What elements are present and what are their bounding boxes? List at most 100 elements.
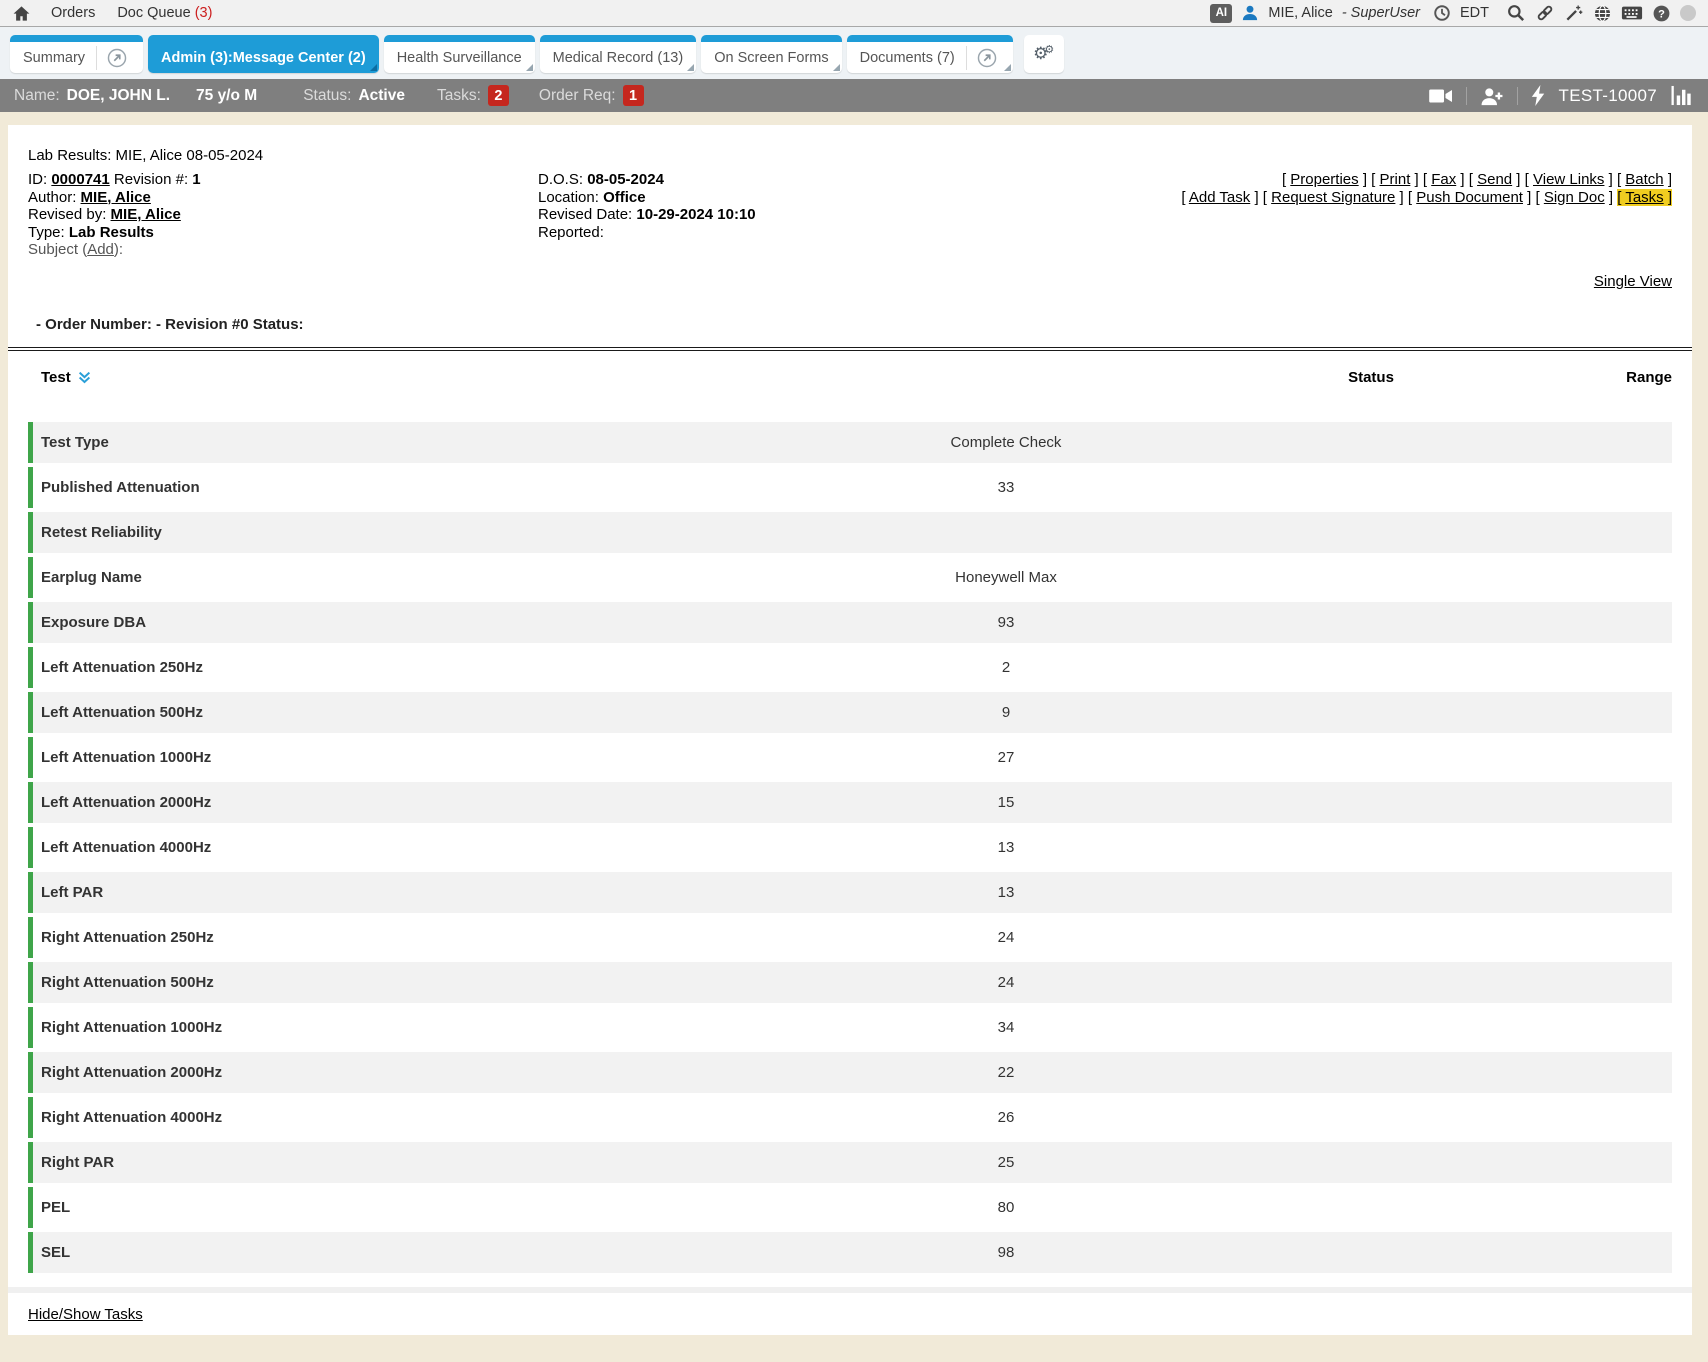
- test-value: 93: [766, 614, 1246, 631]
- table-row: Left Attenuation 250Hz2: [28, 647, 1672, 688]
- table-row: Left Attenuation 500Hz9: [28, 692, 1672, 733]
- tab-medical-record[interactable]: Medical Record (13): [540, 35, 697, 73]
- popout-icon[interactable]: [97, 47, 130, 69]
- test-label: SEL: [41, 1244, 766, 1261]
- table-row: Right Attenuation 250Hz24: [28, 917, 1672, 958]
- action-request-signature[interactable]: Request Signature: [1271, 189, 1395, 206]
- action-push-document[interactable]: Push Document: [1416, 189, 1523, 206]
- table-row: PEL80: [28, 1187, 1672, 1228]
- wand-icon[interactable]: [1564, 3, 1584, 23]
- test-value: 98: [766, 1244, 1246, 1261]
- single-view-link[interactable]: Single View: [1594, 273, 1672, 290]
- action-send[interactable]: Send: [1477, 171, 1512, 188]
- column-header-status: Status: [1251, 369, 1491, 386]
- ai-badge[interactable]: AI: [1210, 4, 1232, 23]
- add-person-icon[interactable]: [1480, 86, 1504, 106]
- popout-icon[interactable]: [967, 47, 1000, 69]
- table-row: Published Attenuation33: [28, 467, 1672, 508]
- test-value: 2: [766, 659, 1246, 676]
- revised-by-label: Revised by:: [28, 206, 106, 223]
- id-label: ID:: [28, 171, 47, 188]
- table-row: Right Attenuation 1000Hz34: [28, 1007, 1672, 1048]
- test-value: 26: [766, 1109, 1246, 1126]
- table-row: Left Attenuation 4000Hz13: [28, 827, 1672, 868]
- test-label: Right Attenuation 500Hz: [41, 974, 766, 991]
- table-row: Left Attenuation 2000Hz15: [28, 782, 1672, 823]
- lightning-icon[interactable]: [1531, 85, 1546, 106]
- top-bar: Orders Doc Queue (3) AI MIE, Alice - Sup…: [0, 0, 1708, 27]
- type-value: Lab Results: [69, 224, 154, 241]
- action-add-task[interactable]: Add Task: [1189, 189, 1250, 206]
- user-role: - SuperUser: [1342, 5, 1420, 21]
- user-name[interactable]: MIE, Alice: [1268, 5, 1332, 21]
- patient-age-sex: 75 y/o M: [196, 87, 257, 105]
- home-icon[interactable]: [12, 4, 31, 23]
- document-header: ID: 0000741 Revision #: 1 Author: MIE, A…: [28, 171, 1672, 259]
- test-value: 27: [766, 749, 1246, 766]
- orders-link[interactable]: Orders: [51, 5, 95, 21]
- hide-show-tasks-link[interactable]: Hide/Show Tasks: [28, 1306, 143, 1323]
- action-print[interactable]: Print: [1380, 171, 1411, 188]
- tab-summary[interactable]: Summary: [10, 35, 143, 73]
- doc-queue-link[interactable]: Doc Queue (3): [117, 5, 212, 21]
- status-dot: [1680, 5, 1696, 21]
- tasks-badge[interactable]: 2: [488, 85, 509, 106]
- action-fax[interactable]: Fax: [1431, 171, 1456, 188]
- test-value: 9: [766, 704, 1246, 721]
- order-summary-line: - Order Number: - Revision #0 Status:: [28, 316, 1672, 333]
- test-value: 22: [766, 1064, 1246, 1081]
- action-tasks[interactable]: Tasks: [1625, 189, 1663, 206]
- id-link[interactable]: 0000741: [51, 171, 109, 188]
- chart-tab-strip: Summary Admin (3):Message Center (2) Hea…: [0, 27, 1708, 79]
- status-label: Status:: [303, 87, 351, 105]
- tab-on-screen-forms[interactable]: On Screen Forms: [701, 35, 841, 73]
- help-icon[interactable]: ?: [1652, 4, 1671, 23]
- action-batch[interactable]: Batch: [1625, 171, 1663, 188]
- test-label: Right Attenuation 2000Hz: [41, 1064, 766, 1081]
- timezone-label: EDT: [1460, 5, 1489, 21]
- revised-by-link[interactable]: MIE, Alice: [111, 206, 181, 223]
- column-header-test: Test: [41, 369, 71, 386]
- test-label: Left Attenuation 500Hz: [41, 704, 766, 721]
- sort-icon[interactable]: [77, 370, 92, 385]
- link-icon[interactable]: [1535, 3, 1555, 23]
- subject-add-link[interactable]: Add: [87, 241, 114, 258]
- order-req-label: Order Req:: [539, 87, 616, 105]
- revision-label: Revision #:: [114, 171, 188, 188]
- test-value: Honeywell Max: [766, 569, 1246, 586]
- order-req-badge[interactable]: 1: [623, 85, 644, 106]
- tab-documents[interactable]: Documents (7): [847, 35, 1013, 73]
- results-table-header: Test Status Range: [28, 351, 1672, 422]
- reported-label: Reported:: [538, 224, 604, 241]
- search-icon[interactable]: [1506, 3, 1526, 23]
- settings-gear-button[interactable]: ⚙⚙: [1024, 35, 1064, 73]
- action-view-links[interactable]: View Links: [1533, 171, 1604, 188]
- test-value: 15: [766, 794, 1246, 811]
- doc-queue-count: (3): [195, 5, 213, 21]
- status-value: Active: [358, 87, 405, 105]
- location-label: Location:: [538, 189, 599, 206]
- table-row: Retest Reliability: [28, 512, 1672, 553]
- tab-admin-message-center[interactable]: Admin (3):Message Center (2): [148, 35, 379, 73]
- user-icon[interactable]: [1241, 4, 1259, 22]
- test-value: 13: [766, 839, 1246, 856]
- author-link[interactable]: MIE, Alice: [81, 189, 151, 206]
- globe-icon[interactable]: [1593, 4, 1612, 23]
- clock-icon[interactable]: [1433, 4, 1451, 22]
- test-label: Retest Reliability: [41, 524, 766, 541]
- video-camera-icon[interactable]: [1429, 87, 1453, 105]
- bar-chart-icon[interactable]: [1670, 85, 1694, 106]
- table-row: SEL98: [28, 1232, 1672, 1273]
- svg-text:?: ?: [1658, 8, 1665, 20]
- keyboard-icon[interactable]: [1621, 4, 1643, 22]
- table-row: Exposure DBA93: [28, 602, 1672, 643]
- dos-label: D.O.S:: [538, 171, 583, 188]
- test-label: Left Attenuation 250Hz: [41, 659, 766, 676]
- action-sign-doc[interactable]: Sign Doc: [1544, 189, 1605, 206]
- tab-health-surveillance[interactable]: Health Surveillance: [384, 35, 535, 73]
- revised-date-label: Revised Date:: [538, 206, 632, 223]
- tasks-label: Tasks:: [437, 87, 481, 105]
- action-properties[interactable]: Properties: [1290, 171, 1358, 188]
- test-value: 25: [766, 1154, 1246, 1171]
- test-label: PEL: [41, 1199, 766, 1216]
